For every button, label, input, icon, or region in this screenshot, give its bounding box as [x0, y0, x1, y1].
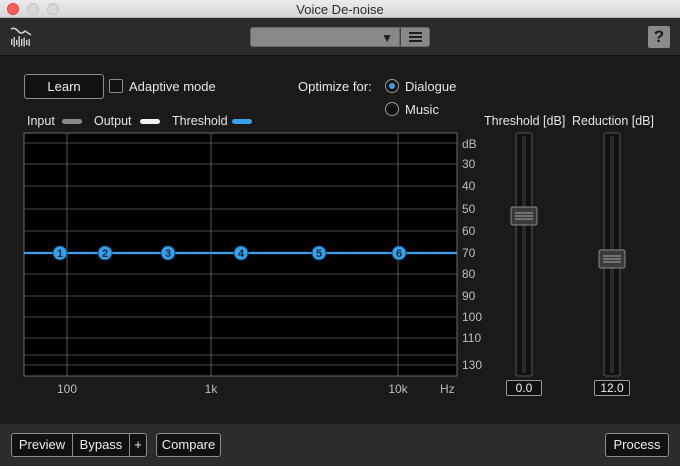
- reduction-slider-handle[interactable]: [598, 249, 626, 269]
- sliders-svg: [510, 132, 626, 377]
- reduction-value-field[interactable]: 12.0: [594, 380, 630, 396]
- process-button[interactable]: Process: [605, 433, 669, 457]
- footer-bar: Preview Bypass + Compare Process: [0, 424, 680, 466]
- compare-button[interactable]: Compare: [156, 433, 221, 457]
- threshold-value-field[interactable]: 0.0: [506, 380, 542, 396]
- bypass-plus-button[interactable]: +: [129, 433, 147, 457]
- threshold-slider-handle[interactable]: [510, 206, 538, 226]
- bypass-button[interactable]: Bypass: [72, 433, 130, 457]
- preview-button[interactable]: Preview: [11, 433, 73, 457]
